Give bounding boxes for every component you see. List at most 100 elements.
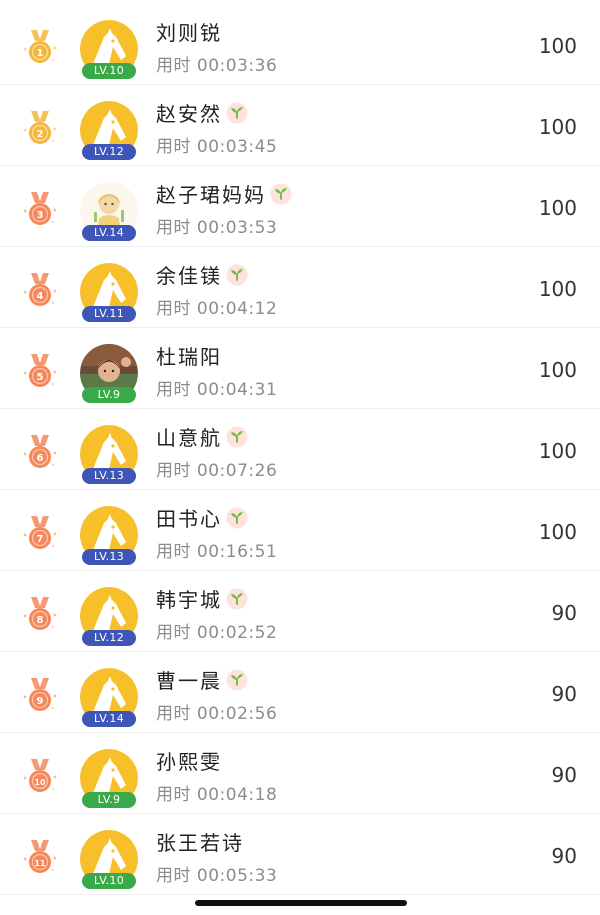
elapsed-time: 用时 00:05:33 <box>156 866 278 886</box>
elapsed-time: 用时 00:02:56 <box>156 704 278 724</box>
sprout-icon <box>226 426 248 448</box>
rank-number: 2 <box>37 129 44 140</box>
score-value: 90 <box>551 844 577 868</box>
rank-medal-icon: 11 <box>20 837 60 877</box>
avatar-container[interactable]: LV.9 <box>80 747 138 811</box>
level-badge: LV.9 <box>82 387 136 403</box>
level-badge: LV.11 <box>82 306 136 322</box>
rank-number: 1 <box>37 48 44 59</box>
student-name: 余佳镁 <box>156 260 248 289</box>
score-value: 100 <box>538 439 577 463</box>
student-name-text: 赵子珺妈妈 <box>156 183 266 207</box>
rank-medal-icon: 8 <box>20 594 60 634</box>
student-name-text: 曹一晨 <box>156 669 222 693</box>
rank-number: 5 <box>37 372 44 383</box>
student-name: 田书心 <box>156 503 248 532</box>
score-value: 100 <box>538 196 577 220</box>
avatar-container[interactable]: LV.11 <box>80 261 138 325</box>
score-value: 100 <box>538 358 577 382</box>
list-item[interactable]: 6 LV.13 山意航 用时 00:07:26 100 <box>0 409 600 490</box>
score-value: 90 <box>551 763 577 787</box>
elapsed-time: 用时 00:16:51 <box>156 542 278 562</box>
rank-medal-icon: 7 <box>20 513 60 553</box>
level-badge: LV.14 <box>82 225 136 241</box>
student-name-text: 张王若诗 <box>156 831 244 855</box>
sprout-icon <box>226 507 248 529</box>
avatar-container[interactable]: LV.14 <box>80 666 138 730</box>
student-name-text: 赵安然 <box>156 102 222 126</box>
elapsed-time: 用时 00:03:36 <box>156 56 278 76</box>
rank-number: 10 <box>34 778 46 787</box>
rank-number: 7 <box>37 534 44 545</box>
rank-number: 11 <box>34 859 46 868</box>
rank-number: 8 <box>37 615 44 626</box>
student-name-text: 山意航 <box>156 426 222 450</box>
student-name-text: 刘则锐 <box>156 21 222 45</box>
rank-number: 3 <box>37 210 44 221</box>
student-name-text: 韩宇城 <box>156 588 222 612</box>
score-value: 90 <box>551 601 577 625</box>
sprout-icon <box>226 264 248 286</box>
rank-medal-icon: 5 <box>20 351 60 391</box>
student-name-text: 杜瑞阳 <box>156 345 222 369</box>
elapsed-time: 用时 00:07:26 <box>156 461 278 481</box>
avatar-container[interactable]: LV.10 <box>80 828 138 892</box>
avatar-container[interactable]: LV.10 <box>80 18 138 82</box>
level-badge: LV.12 <box>82 144 136 160</box>
student-name: 韩宇城 <box>156 584 248 613</box>
list-item[interactable]: 5 LV.9 杜瑞阳用时 00:04:31 100 <box>0 328 600 409</box>
sprout-icon <box>226 669 248 691</box>
level-badge: LV.12 <box>82 630 136 646</box>
score-value: 100 <box>538 115 577 139</box>
student-name-text: 孙熙雯 <box>156 750 222 774</box>
avatar-container[interactable]: LV.12 <box>80 99 138 163</box>
level-badge: LV.10 <box>82 873 136 889</box>
rank-medal-icon: 1 <box>20 27 60 67</box>
home-indicator[interactable] <box>195 900 407 906</box>
score-value: 100 <box>538 34 577 58</box>
elapsed-time: 用时 00:02:52 <box>156 623 278 643</box>
rank-number: 4 <box>37 291 44 302</box>
student-name: 赵安然 <box>156 98 248 127</box>
student-name: 赵子珺妈妈 <box>156 179 292 208</box>
list-item[interactable]: 10 LV.9 孙熙雯用时 00:04:18 90 <box>0 733 600 814</box>
list-item[interactable]: 4 LV.11 余佳镁 用时 00:04:12 100 <box>0 247 600 328</box>
student-name: 曹一晨 <box>156 665 248 694</box>
level-badge: LV.14 <box>82 711 136 727</box>
list-item[interactable]: 7 LV.13 田书心 用时 00:16:51 100 <box>0 490 600 571</box>
student-name: 山意航 <box>156 422 248 451</box>
list-item[interactable]: 11 LV.10 张王若诗用时 00:05:33 90 <box>0 814 600 895</box>
level-badge: LV.9 <box>82 792 136 808</box>
sprout-icon <box>226 102 248 124</box>
elapsed-time: 用时 00:03:45 <box>156 137 278 157</box>
sprout-icon <box>270 183 292 205</box>
list-item[interactable]: 9 LV.14 曹一晨 用时 00:02:56 90 <box>0 652 600 733</box>
student-name-text: 余佳镁 <box>156 264 222 288</box>
elapsed-time: 用时 00:04:31 <box>156 380 278 400</box>
list-item[interactable]: 1 LV.10 刘则锐用时 00:03:36 100 <box>0 4 600 85</box>
list-item[interactable]: 2 LV.12 赵安然 用时 00:03:45 100 <box>0 85 600 166</box>
list-item[interactable]: 8 LV.12 韩宇城 用时 00:02:52 90 <box>0 571 600 652</box>
list-item[interactable]: 3 LV.14 赵子珺妈妈 用时 00:03:53 100 <box>0 166 600 247</box>
elapsed-time: 用时 00:03:53 <box>156 218 278 238</box>
student-name: 张王若诗 <box>156 827 244 856</box>
student-name: 孙熙雯 <box>156 746 222 775</box>
avatar-container[interactable]: LV.13 <box>80 504 138 568</box>
level-badge: LV.13 <box>82 468 136 484</box>
avatar-container[interactable]: LV.9 <box>80 342 138 406</box>
score-value: 90 <box>551 682 577 706</box>
student-name: 刘则锐 <box>156 17 222 46</box>
level-badge: LV.10 <box>82 63 136 79</box>
level-badge: LV.13 <box>82 549 136 565</box>
elapsed-time: 用时 00:04:18 <box>156 785 278 805</box>
rank-medal-icon: 2 <box>20 108 60 148</box>
avatar-container[interactable]: LV.14 <box>80 180 138 244</box>
score-value: 100 <box>538 277 577 301</box>
rank-medal-icon: 4 <box>20 270 60 310</box>
avatar-container[interactable]: LV.13 <box>80 423 138 487</box>
avatar-container[interactable]: LV.12 <box>80 585 138 649</box>
score-value: 100 <box>538 520 577 544</box>
elapsed-time: 用时 00:04:12 <box>156 299 278 319</box>
rank-medal-icon: 10 <box>20 756 60 796</box>
rank-number: 6 <box>37 453 44 464</box>
